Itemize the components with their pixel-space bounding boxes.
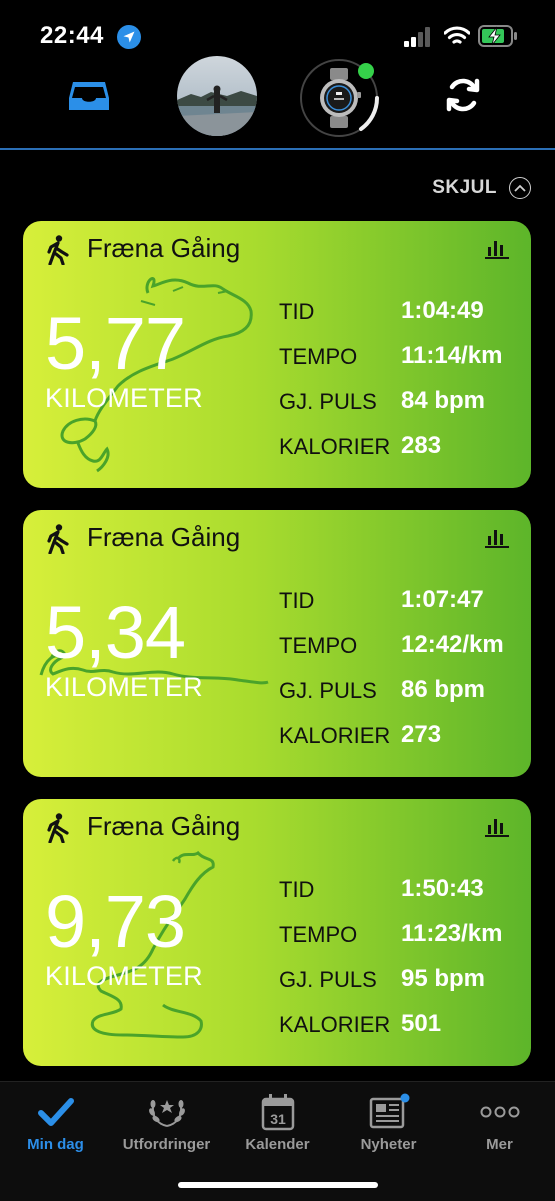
more-icon — [480, 1106, 519, 1118]
tab-min-dag[interactable]: Min dag — [0, 1092, 111, 1153]
cellular-signal-icon — [404, 27, 430, 47]
wifi-icon — [444, 26, 470, 44]
stat-label-time: TID — [279, 588, 315, 613]
activity-card[interactable]: Fræna Gåing 5,34 KILOMETER TID 1:07:47 T… — [23, 510, 531, 777]
walking-icon — [47, 235, 69, 265]
stat-label-heart-rate: GJ. PULS — [279, 678, 377, 703]
distance-value: 5,34 — [45, 591, 186, 674]
calendar-icon: 31 — [261, 1094, 294, 1131]
home-indicator — [178, 1182, 378, 1188]
stat-value-calories: 283 — [401, 432, 442, 459]
tab-mer[interactable]: Mer — [444, 1092, 555, 1153]
stat-label-heart-rate: GJ. PULS — [279, 389, 377, 414]
bar-chart-icon[interactable] — [485, 239, 509, 259]
distance-value: 5,77 — [45, 302, 186, 385]
activity-card[interactable]: Fræna Gåing 9,73 KILOMETER TID 1:50:43 T… — [23, 799, 531, 1066]
location-icon — [117, 25, 141, 49]
bar-chart-icon[interactable] — [485, 817, 509, 837]
bar-chart-icon[interactable] — [485, 528, 509, 548]
stat-value-time: 1:07:47 — [401, 586, 484, 613]
stat-value-heart-rate: 95 bpm — [401, 965, 486, 992]
distance-unit: KILOMETER — [45, 961, 203, 991]
profile-photo — [177, 56, 257, 136]
sync-icon[interactable] — [444, 76, 482, 114]
stat-value-heart-rate: 86 bpm — [401, 676, 486, 703]
profile-avatar[interactable] — [177, 56, 257, 136]
distance-value: 9,73 — [45, 880, 186, 963]
tab-label: Mer — [486, 1136, 513, 1153]
tab-kalender[interactable]: 31 Kalender — [222, 1092, 333, 1153]
device-button[interactable] — [299, 56, 379, 137]
stat-label-pace: TEMPO — [279, 344, 358, 369]
distance-unit: KILOMETER — [45, 383, 203, 413]
stat-value-pace: 11:14/km — [401, 342, 503, 369]
inbox-icon[interactable] — [68, 78, 110, 114]
header-divider — [0, 148, 555, 150]
stat-label-pace: TEMPO — [279, 633, 358, 658]
smartwatch-icon — [300, 59, 379, 137]
activity-title: Fræna Gåing — [87, 233, 241, 263]
stat-label-time: TID — [279, 299, 315, 324]
activity-card[interactable]: Fræna Gåing 5,77 KILOMETER TID 1:04:49 T… — [23, 221, 531, 488]
stat-label-pace: TEMPO — [279, 922, 358, 947]
stat-value-time: 1:04:49 — [401, 297, 484, 324]
hide-toggle[interactable]: SKJUL — [432, 175, 531, 201]
stat-label-calories: KALORIER — [279, 434, 391, 459]
newspaper-icon — [369, 1093, 409, 1129]
activity-title: Fræna Gåing — [87, 522, 241, 552]
tab-label: Min dag — [27, 1136, 84, 1153]
distance-unit: KILOMETER — [45, 672, 203, 702]
stat-value-pace: 11:23/km — [401, 920, 503, 947]
stat-label-heart-rate: GJ. PULS — [279, 967, 377, 992]
stat-value-pace: 12:42/km — [401, 631, 504, 658]
connection-status-dot — [358, 63, 374, 79]
stat-value-heart-rate: 84 bpm — [401, 387, 486, 414]
walking-icon — [47, 524, 69, 554]
stat-label-time: TID — [279, 877, 315, 902]
tab-label: Utfordringer — [122, 1136, 211, 1153]
walking-icon — [47, 813, 69, 843]
top-navigation — [0, 52, 555, 148]
tab-utfordringer[interactable]: Utfordringer — [111, 1092, 222, 1153]
battery-charging-icon — [478, 25, 517, 47]
hide-label: SKJUL — [432, 177, 497, 198]
stat-value-calories: 501 — [401, 1010, 442, 1037]
stat-value-time: 1:50:43 — [401, 875, 484, 902]
status-time: 22:44 — [40, 22, 104, 49]
tab-label: Kalender — [245, 1136, 310, 1153]
checkmark-icon — [37, 1098, 74, 1126]
tab-label: Nyheter — [360, 1136, 417, 1153]
activity-title: Fræna Gåing — [87, 811, 241, 841]
stat-label-calories: KALORIER — [279, 723, 391, 748]
notification-dot — [400, 1093, 409, 1103]
chevron-up-icon — [509, 177, 531, 199]
stat-value-calories: 273 — [401, 721, 442, 748]
stat-label-calories: KALORIER — [279, 1012, 391, 1037]
calendar-day: 31 — [270, 1111, 286, 1127]
laurel-icon — [148, 1100, 185, 1127]
tab-nyheter[interactable]: Nyheter — [333, 1092, 444, 1153]
